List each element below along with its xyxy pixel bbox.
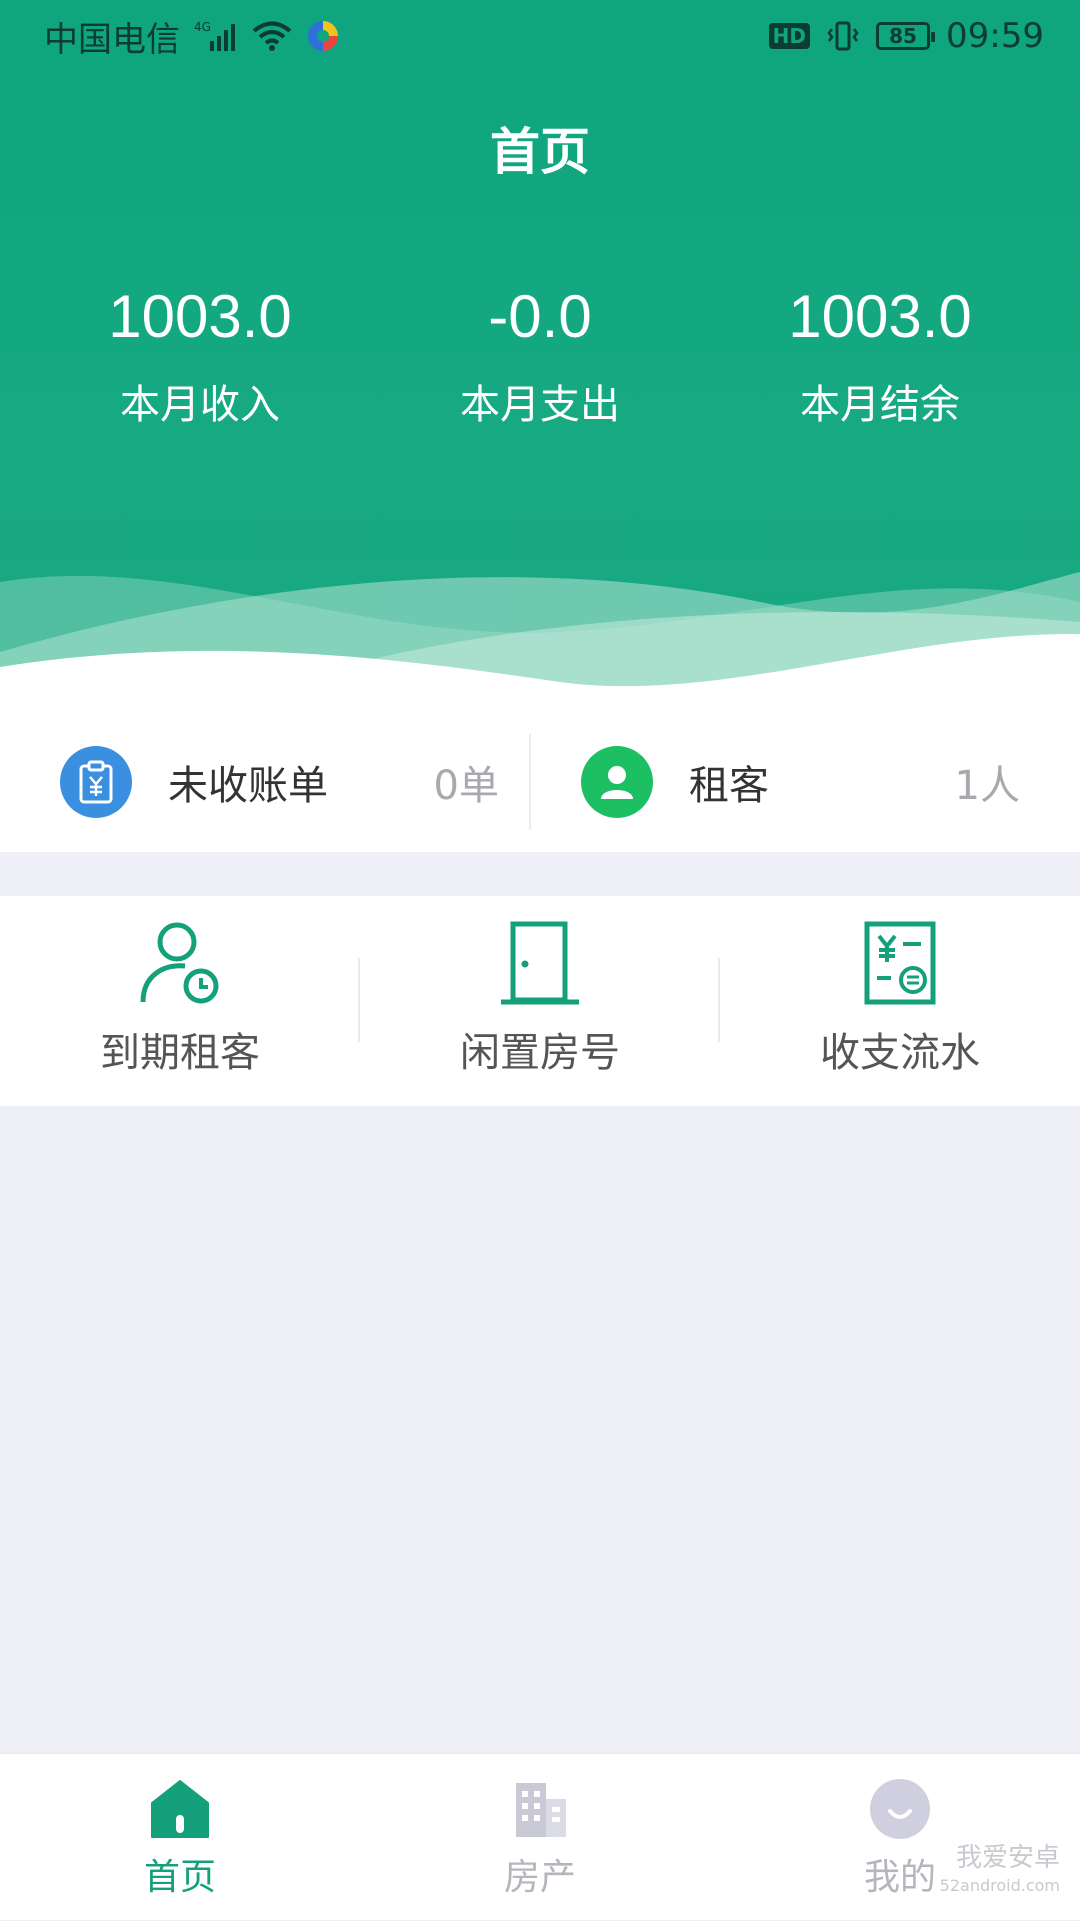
battery-level: 85: [889, 24, 917, 48]
summary-row: 未收账单 0单 租客 1人: [0, 712, 1080, 852]
header-wave-decoration: [0, 572, 1080, 712]
bottom-nav: 首页 房产 我的: [0, 1752, 1080, 1920]
unpaid-bills-count: 0单: [433, 763, 499, 809]
unpaid-bills-label: 未收账单: [168, 763, 328, 809]
stat-label: 本月支出: [460, 382, 620, 428]
nav-label: 我的: [863, 1857, 936, 1898]
vibrate-icon: [826, 19, 860, 53]
unpaid-bills-entry[interactable]: 未收账单 0单: [0, 712, 529, 852]
header: 首页 1003.0 本月收入 -0.0 本月支出 1003.0 本月结余: [0, 72, 1080, 712]
stat-balance[interactable]: 1003.0 本月结余: [700, 282, 1060, 430]
nav-label: 首页: [143, 1857, 216, 1898]
nav-label: 房产: [503, 1857, 576, 1898]
page-title: 首页: [490, 123, 590, 181]
action-expiring-tenants[interactable]: 到期租客: [0, 896, 360, 1106]
nav-property[interactable]: 房产: [360, 1753, 720, 1921]
quick-actions: 到期租客 闲置房号 收支流水: [0, 896, 1080, 1106]
home-icon: [145, 1774, 215, 1844]
action-vacant-rooms[interactable]: 闲置房号: [360, 896, 720, 1106]
signal-icon: 4G: [194, 19, 238, 53]
door-icon: [495, 918, 585, 1008]
stat-expense[interactable]: -0.0 本月支出: [360, 282, 720, 430]
monthly-stats: 1003.0 本月收入 -0.0 本月支出 1003.0 本月结余: [0, 282, 1080, 482]
tenant-clock-icon: [135, 918, 225, 1008]
stat-label: 本月收入: [120, 382, 280, 428]
battery-icon: 85: [876, 22, 936, 50]
tenants-count: 1人: [954, 763, 1020, 809]
watermark: 我爱安卓 52android.com: [940, 1844, 1060, 1900]
stat-value: -0.0: [488, 283, 592, 350]
stat-value: 1003.0: [788, 283, 972, 350]
action-label: 到期租客: [100, 1030, 260, 1076]
tenants-entry[interactable]: 租客 1人: [531, 712, 1080, 852]
watermark-sub: 52android.com: [939, 1876, 1060, 1895]
hd-icon: HD: [768, 23, 811, 49]
tenants-label: 租客: [689, 763, 769, 809]
status-left: 中国电信 4G: [44, 12, 340, 61]
ledger-icon: [855, 918, 945, 1008]
stat-value: 1003.0: [108, 283, 292, 350]
building-icon: [505, 1774, 575, 1844]
profile-icon: [865, 1774, 935, 1844]
action-cash-flow[interactable]: 收支流水: [720, 896, 1080, 1106]
app-notification-icon: [306, 19, 340, 53]
action-label: 收支流水: [820, 1030, 980, 1076]
carrier-name: 中国电信: [44, 19, 180, 60]
status-bar: 中国电信 4G HD 85 09:59: [0, 0, 1080, 72]
nav-home[interactable]: 首页: [0, 1753, 360, 1921]
bill-clipboard-icon: [60, 746, 132, 818]
clock: 09:59: [946, 16, 1044, 56]
action-label: 闲置房号: [460, 1030, 620, 1076]
network-type: 4G: [194, 20, 211, 34]
stat-label: 本月结余: [800, 382, 960, 428]
stat-income[interactable]: 1003.0 本月收入: [20, 282, 380, 430]
status-right: HD 85 09:59: [768, 16, 1044, 56]
wifi-icon: [252, 20, 292, 52]
person-icon: [581, 746, 653, 818]
watermark-text: 我爱安卓: [955, 1843, 1060, 1873]
